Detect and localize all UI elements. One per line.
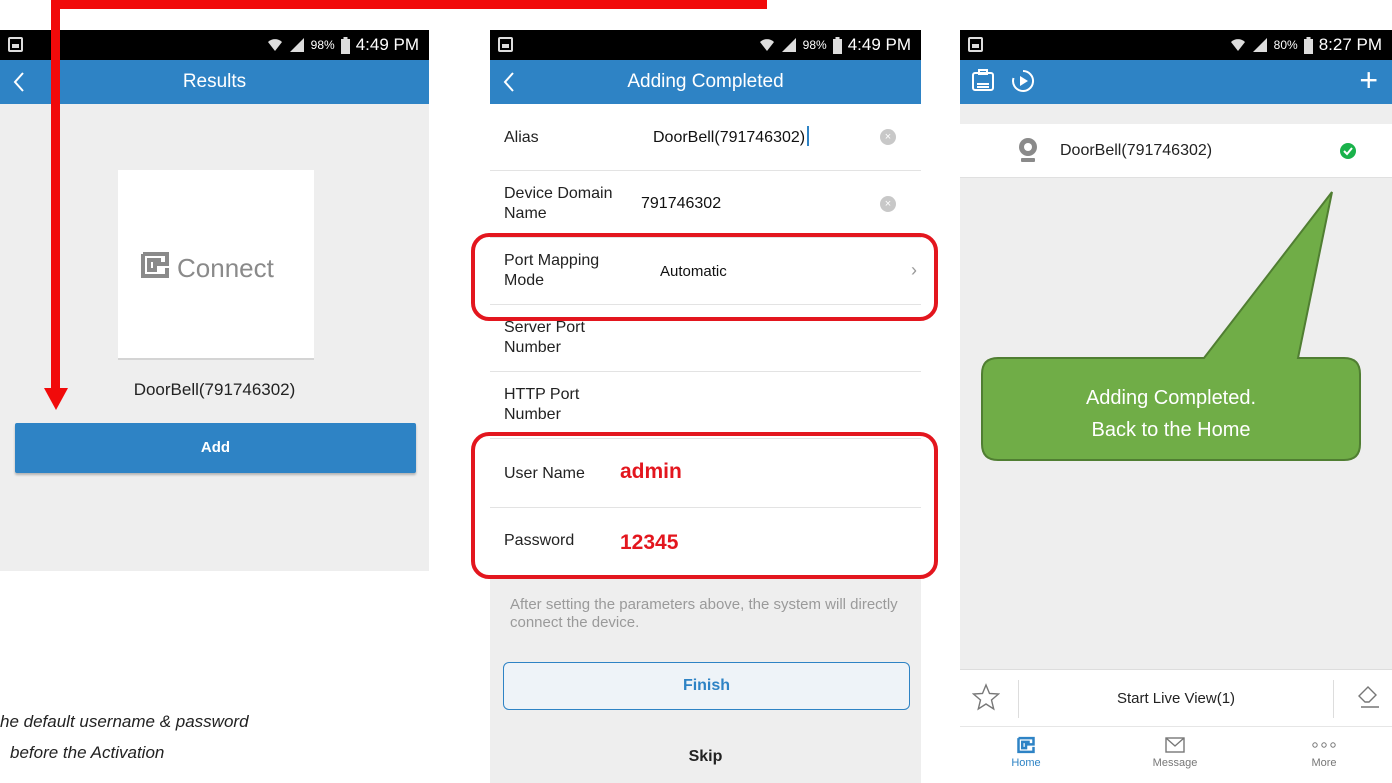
tab-label: Home: [1011, 757, 1041, 769]
add-button[interactable]: Add: [15, 423, 416, 473]
text-cursor: [807, 126, 810, 146]
hik-connect-icon: [139, 250, 171, 287]
hik-connect-icon: [966, 733, 1086, 757]
caption-line: before the Activation: [10, 743, 165, 762]
device-name: DoorBell(791746302): [1060, 142, 1213, 159]
caption-note: he default username & password before th…: [0, 706, 249, 768]
screenshot-notification-icon: [498, 37, 513, 52]
playback-icon[interactable]: [1010, 68, 1036, 99]
alias-value: DoorBell(791746302): [653, 129, 806, 146]
clock: 4:49 PM: [847, 35, 911, 54]
page-title: Adding Completed: [627, 71, 784, 92]
clear-icon[interactable]: ×: [880, 129, 896, 145]
alias-row[interactable]: Alias DoorBell(791746302) ×: [490, 104, 921, 171]
divider: [1018, 680, 1019, 718]
hint-text: After setting the parameters above, the …: [510, 596, 898, 631]
highlight-credentials: [471, 432, 938, 579]
signal-icon: [289, 37, 305, 53]
results-screen: 98% 4:49 PM Results Connect DoorBell(791…: [0, 30, 429, 571]
http-port-row[interactable]: HTTP Port Number: [490, 372, 921, 439]
battery-percent: 80%: [1273, 38, 1298, 52]
eraser-icon[interactable]: [1356, 684, 1382, 715]
start-live-view-button[interactable]: Start Live View(1): [1020, 690, 1332, 707]
screenshot-notification-icon: [8, 37, 23, 52]
more-dots-icon: [1264, 733, 1384, 757]
wifi-icon: [759, 37, 775, 53]
flow-arrow-shaft: [51, 0, 60, 392]
header-bar: Adding Completed: [490, 60, 921, 104]
status-bar: 80% 8:27 PM: [960, 30, 1392, 60]
field-label: Device Domain Name: [504, 185, 613, 222]
add-device-icon[interactable]: +: [1359, 62, 1378, 98]
field-label: Server Port Number: [504, 319, 585, 356]
status-bar: 98% 4:49 PM: [490, 30, 921, 60]
flow-arrow-corner: [758, 0, 767, 9]
highlight-port-mapping: [471, 233, 938, 321]
status-bar: 98% 4:49 PM: [0, 30, 429, 60]
finish-button[interactable]: Finish: [503, 662, 910, 710]
clock: 4:49 PM: [355, 35, 419, 54]
clear-icon[interactable]: ×: [880, 196, 896, 212]
device-list-item[interactable]: DoorBell(791746302): [960, 124, 1392, 178]
field-label: Alias: [504, 129, 539, 146]
divider: [1333, 680, 1334, 718]
tab-home[interactable]: Home: [966, 733, 1086, 769]
live-view-bar: Start Live View(1): [960, 669, 1392, 727]
adding-completed-screen: 98% 4:49 PM Adding Completed Alias DoorB…: [490, 30, 921, 783]
flow-arrow-head: [44, 388, 68, 410]
device-thumbnail-card: Connect: [118, 170, 314, 360]
battery-icon: [1303, 36, 1313, 54]
domain-input[interactable]: 791746302: [641, 195, 721, 213]
wifi-icon: [1230, 37, 1246, 53]
battery-icon: [832, 36, 842, 54]
logo-text: Connect: [177, 253, 274, 283]
battery-percent: 98%: [802, 38, 827, 52]
envelope-icon: [1115, 733, 1235, 757]
screenshot-notification-icon: [968, 37, 983, 52]
battery-percent: 98%: [310, 38, 335, 52]
tab-label: More: [1311, 757, 1337, 769]
connect-logo: Connect: [139, 250, 274, 287]
header-bar: Results: [0, 60, 429, 104]
wifi-icon: [267, 37, 283, 53]
clock: 8:27 PM: [1318, 35, 1382, 54]
callout-line: Adding Completed.: [1085, 387, 1257, 409]
star-favorite-icon[interactable]: [971, 683, 1001, 716]
header-bar: +: [960, 60, 1392, 104]
battery-icon: [340, 36, 350, 54]
tab-label: Message: [1152, 757, 1198, 769]
alias-input[interactable]: DoorBell(791746302): [653, 126, 810, 147]
domain-row[interactable]: Device Domain Name 791746302 ×: [490, 171, 921, 238]
caption-line: he default username & password: [0, 712, 249, 731]
device-manager-icon[interactable]: [970, 68, 996, 99]
tab-message[interactable]: Message: [1115, 733, 1235, 769]
field-label: HTTP Port Number: [504, 386, 580, 423]
tutorial-composite: 98% 4:49 PM Results Connect DoorBell(791…: [0, 0, 1392, 783]
flow-arrow-top: [51, 0, 767, 9]
online-check-icon: [1340, 143, 1356, 159]
signal-icon: [781, 37, 797, 53]
callout-line: Back to the Home: [1091, 419, 1251, 441]
signal-icon: [1252, 37, 1268, 53]
callout-text: Adding Completed. Back to the Home: [982, 382, 1360, 446]
page-title: Results: [182, 71, 247, 92]
bottom-tab-bar: Home Message More: [960, 727, 1392, 783]
camera-icon: [1016, 137, 1040, 168]
skip-button[interactable]: Skip: [490, 748, 921, 766]
tab-more[interactable]: More: [1264, 733, 1384, 769]
